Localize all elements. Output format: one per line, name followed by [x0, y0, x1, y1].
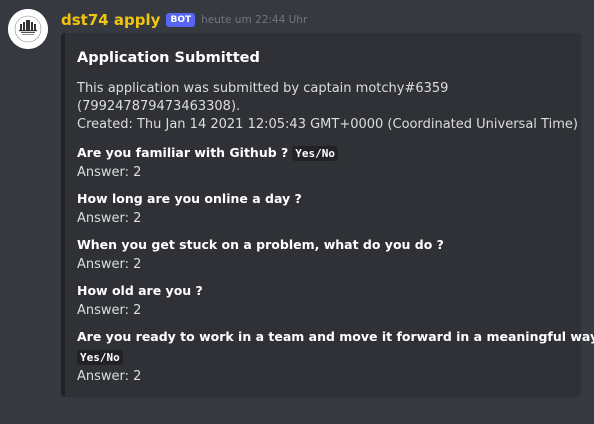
description-line: (799247879473463308). [77, 99, 241, 114]
description-line: Created: Thu Jan 14 2021 12:05:43 GMT+00… [77, 117, 578, 132]
field-code-line: Yes/No [77, 348, 594, 365]
field-value: Answer: 2 [77, 369, 142, 384]
description-line: This application was submitted by captai… [77, 81, 449, 96]
embed-field-github: Are you familiar with Github ? Yes/No Ans… [77, 145, 339, 182]
field-name: Are you familiar with Github ? Yes/No [77, 145, 339, 161]
field-name: How old are you ? [77, 283, 203, 298]
inline-code: Yes/No [77, 350, 123, 365]
embed-title: Application Submitted [77, 50, 260, 66]
embed-field-team: Are you ready to work in a team and move… [77, 329, 594, 386]
field-value: Answer: 2 [77, 211, 142, 226]
field-name: Are you ready to work in a team and move… [77, 329, 594, 344]
embed-field-stuck: When you get stuck on a problem, what do… [77, 237, 444, 274]
author-name[interactable]: dst74 apply [61, 11, 160, 29]
field-value: Answer: 2 [77, 165, 142, 180]
embed-field-online: How long are you online a day ? Answer: … [77, 191, 302, 228]
field-value: Answer: 2 [77, 303, 142, 318]
embed-field-age: How old are you ? Answer: 2 [77, 283, 203, 320]
field-question: Are you familiar with Github ? [77, 145, 289, 160]
message-header: dst74 apply BOT heute um 22:44 Uhr [61, 10, 307, 30]
field-name: When you get stuck on a problem, what do… [77, 237, 444, 252]
inline-code: Yes/No [292, 146, 339, 161]
field-name: How long are you online a day ? [77, 191, 302, 206]
chat-message: dst74 apply BOT heute um 22:44 Uhr Appli… [0, 0, 594, 424]
bot-avatar[interactable] [8, 9, 48, 49]
castle-logo-icon [8, 9, 48, 49]
field-value: Answer: 2 [77, 257, 142, 272]
message-timestamp: heute um 22:44 Uhr [201, 14, 308, 26]
embed-description: This application was submitted by captai… [77, 80, 578, 134]
application-embed: Application Submitted This application w… [61, 33, 594, 397]
bot-badge: BOT [166, 13, 196, 27]
